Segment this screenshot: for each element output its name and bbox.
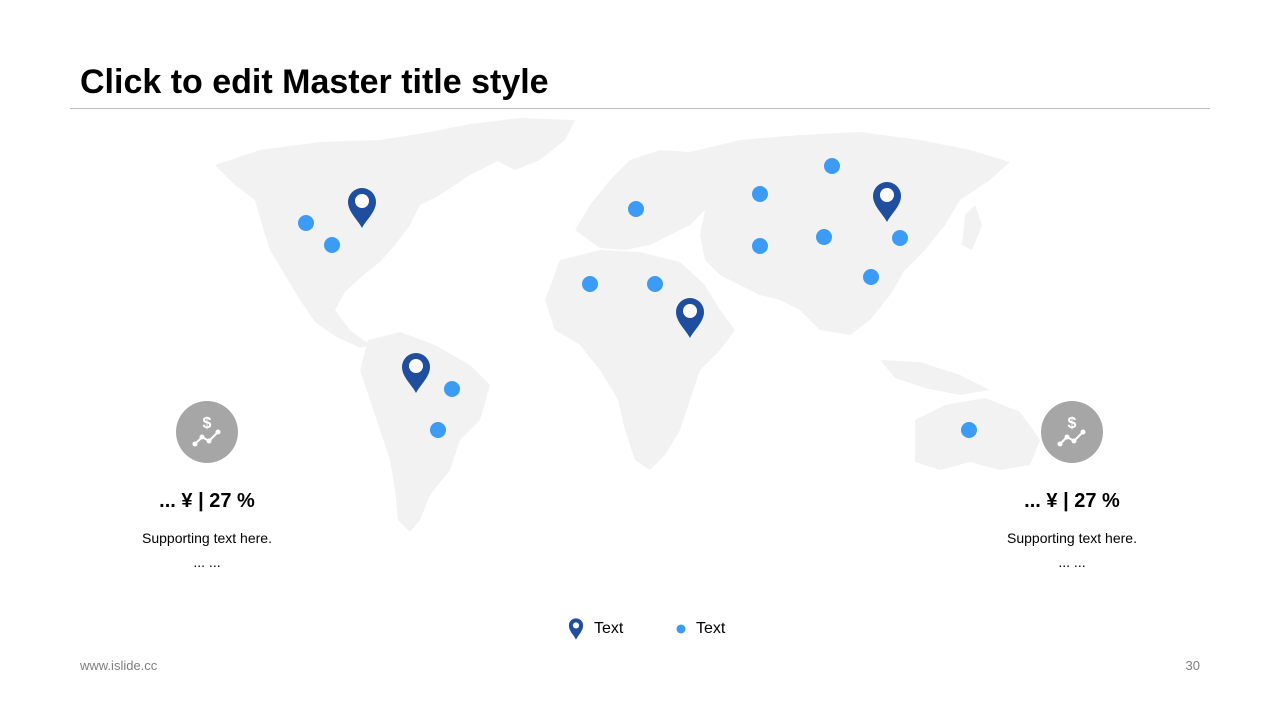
legend-dot: Text: [676, 618, 725, 640]
legend-pin: Text: [568, 618, 623, 640]
stat-supporting-text: Supporting text here.: [1007, 530, 1137, 546]
japan-shape: [962, 205, 982, 250]
map-dot[interactable]: [752, 186, 768, 202]
stat-value: ... ¥ | 27 %: [159, 490, 255, 512]
map-dot[interactable]: [628, 201, 644, 217]
stat-more-text: ... ...: [193, 554, 221, 570]
map-dot[interactable]: [647, 276, 663, 292]
map-dot[interactable]: [324, 237, 340, 253]
map-dot[interactable]: [582, 276, 598, 292]
dollar-trend-icon: $: [176, 401, 238, 463]
dollar-trend-icon: $: [1041, 401, 1103, 463]
footer-url: www.islide.cc: [80, 658, 158, 673]
continents: [215, 118, 1040, 532]
africa-shape: [545, 250, 735, 470]
asia-shape: [690, 132, 1010, 335]
southeast-asia-shape: [880, 360, 990, 395]
legend-label: Text: [696, 620, 726, 637]
map-dot[interactable]: [444, 381, 460, 397]
map-dot[interactable]: [752, 238, 768, 254]
legend-label: Text: [594, 620, 624, 637]
map-dot[interactable]: [863, 269, 879, 285]
map-dot[interactable]: [824, 158, 840, 174]
svg-text:$: $: [203, 415, 212, 432]
map-pin-icon: [568, 618, 584, 640]
stat-block-right: $ ... ¥ | 27 % Supporting text here. ...…: [972, 401, 1172, 571]
map-dot[interactable]: [430, 422, 446, 438]
map-dot[interactable]: [816, 229, 832, 245]
page-number: 30: [1185, 658, 1200, 673]
europe-shape: [575, 150, 720, 250]
dot-icon: [676, 624, 686, 634]
map-dot[interactable]: [298, 215, 314, 231]
world-map: [215, 118, 1040, 532]
svg-text:$: $: [1068, 415, 1077, 432]
stat-value: ... ¥ | 27 %: [1024, 490, 1120, 512]
stat-block-left: $ ... ¥ | 27 % Supporting text here. ...…: [107, 401, 307, 571]
stat-more-text: ... ...: [1058, 554, 1086, 570]
map-dot[interactable]: [892, 230, 908, 246]
stat-supporting-text: Supporting text here.: [142, 530, 272, 546]
